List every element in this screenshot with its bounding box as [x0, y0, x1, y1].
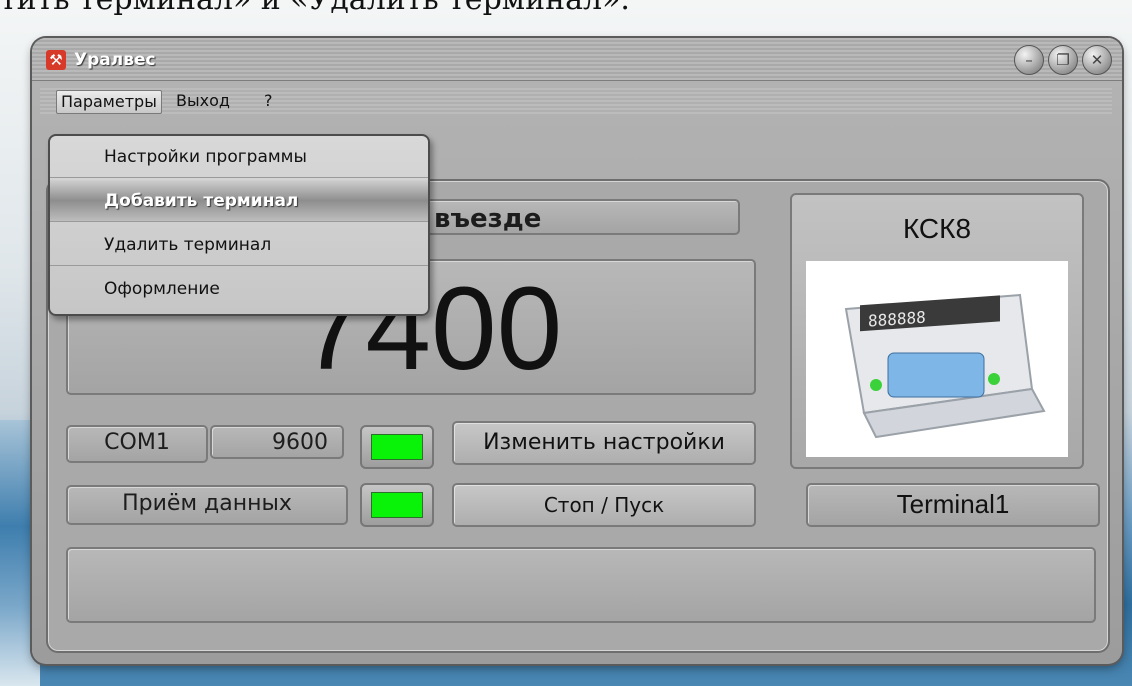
menu-parameters[interactable]: Параметры: [56, 90, 162, 114]
app-window: ⚒ Уралвес – ❐ ✕ Параметры Выход ? въезде…: [32, 38, 1122, 664]
terminal-model: КСК8: [902, 213, 972, 244]
menu-exit[interactable]: Выход: [172, 90, 234, 112]
parameters-dropdown: Настройки программы Добавить терминал Уд…: [48, 134, 430, 316]
connection-led: [360, 425, 434, 469]
close-icon[interactable]: ✕: [1082, 45, 1112, 75]
stop-start-button[interactable]: Стоп / Пуск: [452, 483, 756, 527]
menu-bar: Параметры Выход ?: [40, 88, 1112, 114]
status-label: въезде: [420, 199, 740, 235]
hammer-pick-icon: ⚒: [46, 50, 66, 70]
window-title: Уралвес: [74, 50, 156, 70]
scale-indicator-icon: 888888: [844, 293, 1046, 439]
terminal-device-image: 888888: [806, 261, 1068, 457]
baud-rate-field: 9600: [210, 425, 344, 459]
message-area: [66, 547, 1096, 623]
terminal-card: КСК8 888888: [790, 193, 1084, 469]
menu-item-add-terminal[interactable]: Добавить терминал: [50, 180, 428, 222]
menu-item-appearance[interactable]: Оформление: [50, 268, 428, 310]
minimize-icon[interactable]: –: [1014, 45, 1044, 75]
menu-help[interactable]: ?: [260, 90, 277, 112]
page-caption: тить терминал» и «Удалить терминал».: [0, 0, 1132, 18]
data-receive-led: [360, 483, 434, 527]
data-receive-label: Приём данных: [66, 485, 348, 525]
menu-item-remove-terminal[interactable]: Удалить терминал: [50, 224, 428, 266]
device-display-digits: 888888: [868, 308, 926, 331]
menu-item-program-settings[interactable]: Настройки программы: [50, 136, 428, 178]
terminal-name: Terminal1: [806, 483, 1100, 527]
change-settings-button[interactable]: Изменить настройки: [452, 421, 756, 465]
restore-icon[interactable]: ❐: [1048, 45, 1078, 75]
com-port-field: COM1: [66, 425, 208, 463]
title-bar[interactable]: ⚒ Уралвес – ❐ ✕: [32, 38, 1122, 81]
